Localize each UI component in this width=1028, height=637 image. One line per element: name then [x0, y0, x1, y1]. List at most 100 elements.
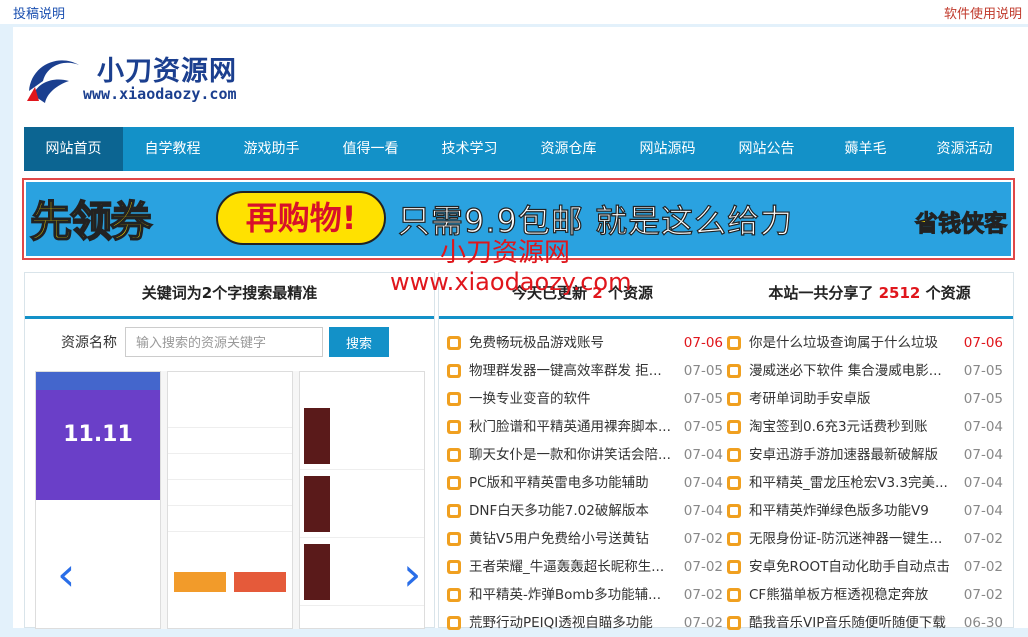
resource-date: 07-04 — [963, 419, 1003, 435]
top-bar: 投稿说明 软件使用说明 — [0, 0, 1028, 24]
screenshot-carousel[interactable]: 11.11 ‹ › — [35, 371, 425, 629]
resource-item[interactable]: 安卓迅游手游加速器最新破解版 07-04 — [727, 441, 1003, 469]
resource-item[interactable]: 免费畅玩极品游戏账号 07-06 — [447, 329, 723, 357]
resource-date: 07-04 — [963, 447, 1003, 463]
resource-title[interactable]: 一换专业变音的软件 — [469, 385, 677, 413]
carousel-shot-1: 11.11 — [35, 371, 161, 629]
resource-title[interactable]: 物理群发器一键高效率群发 拒... — [469, 357, 677, 385]
new-badge-icon — [727, 336, 741, 350]
resource-date: 07-02 — [963, 587, 1003, 603]
new-badge-icon — [447, 588, 461, 602]
resource-title[interactable]: 黄钻V5用户免费给小号送黄钻 — [469, 525, 677, 553]
new-badge-icon — [727, 504, 741, 518]
new-badge-icon — [447, 392, 461, 406]
new-badge-icon — [727, 588, 741, 602]
resource-date: 07-04 — [963, 475, 1003, 491]
resource-title[interactable]: 无限身份证-防沉迷神器一键生... — [749, 525, 957, 553]
resource-title[interactable]: 和平精英炸弹绿色版多功能V9 — [749, 497, 957, 525]
new-badge-icon — [447, 532, 461, 546]
nav-item-3[interactable]: 值得一看 — [321, 127, 420, 171]
resource-date: 07-04 — [683, 475, 723, 491]
resource-list-right: 你是什么垃圾查询属于什么垃圾 07-06 漫威迷必下软件 集合漫威电影... 07-0… — [727, 329, 1003, 637]
today-update-stat: 今天已更新 2 个资源 — [512, 284, 653, 302]
resource-title[interactable]: 聊天女仆是一款和你讲笑话会陪... — [469, 441, 677, 469]
resource-item[interactable]: 王者荣耀_牛逼轰轰超长昵称生... 07-02 — [447, 553, 723, 581]
resource-item[interactable]: 淘宝签到0.6充3元话费秒到账 07-04 — [727, 413, 1003, 441]
resource-item[interactable]: 漫威迷必下软件 集合漫威电影... 07-05 — [727, 357, 1003, 385]
resource-item[interactable]: 和平精英炸弹绿色版多功能V9 07-04 — [727, 497, 1003, 525]
resource-title[interactable]: PC版和平精英雷电多功能辅助 — [469, 469, 677, 497]
resource-item[interactable]: 秋门脸谱和平精英通用裸奔脚本... 07-05 — [447, 413, 723, 441]
resource-title[interactable]: 王者荣耀_牛逼轰轰超长昵称生... — [469, 553, 677, 581]
banner-text-2: 再购物! — [216, 191, 386, 245]
carousel-next-icon[interactable]: › — [403, 551, 421, 597]
resource-title[interactable]: 荒野行动PEIQI透视自瞄多功能 — [469, 609, 677, 637]
resource-date: 07-04 — [683, 447, 723, 463]
nav-item-5[interactable]: 资源仓库 — [519, 127, 618, 171]
resource-title[interactable]: 漫威迷必下软件 集合漫威电影... — [749, 357, 957, 385]
site-logo[interactable]: 小刀资源网 www.xiaodaozy.com — [25, 49, 275, 109]
resource-item[interactable]: CF熊猫单板方框透视稳定奔放 07-02 — [727, 581, 1003, 609]
promo-image: 11.11 — [36, 390, 160, 500]
search-input[interactable] — [125, 327, 323, 357]
resource-item[interactable]: 考研单词助手安卓版 07-05 — [727, 385, 1003, 413]
resource-date: 07-04 — [683, 503, 723, 519]
main-nav: 网站首页 自学教程 游戏助手 值得一看 技术学习 资源仓库 网站源码 网站公告 薅羊毛 资源活动 — [24, 127, 1014, 171]
resource-item[interactable]: DNF白天多功能7.02破解版本 07-04 — [447, 497, 723, 525]
submit-guide-link[interactable]: 投稿说明 — [13, 3, 65, 22]
resource-title[interactable]: 和平精英-炸弹Bomb多功能辅... — [469, 581, 677, 609]
resource-title[interactable]: DNF白天多功能7.02破解版本 — [469, 497, 677, 525]
promo-banner[interactable]: 先领券 再购物! 只需9.9包邮 就是这么给力 省钱侠客 — [22, 178, 1015, 260]
new-badge-icon — [727, 476, 741, 490]
resource-date: 07-04 — [963, 503, 1003, 519]
nav-item-0[interactable]: 网站首页 — [24, 127, 123, 171]
resource-item[interactable]: PC版和平精英雷电多功能辅助 07-04 — [447, 469, 723, 497]
search-button[interactable]: 搜索 — [329, 327, 389, 357]
resource-item[interactable]: 和平精英_雷龙压枪宏V3.3完美... 07-04 — [727, 469, 1003, 497]
nav-item-6[interactable]: 网站源码 — [618, 127, 717, 171]
resource-date: 07-05 — [683, 363, 723, 379]
new-badge-icon — [447, 504, 461, 518]
software-guide-link[interactable]: 软件使用说明 — [944, 3, 1022, 22]
new-badge-icon — [727, 532, 741, 546]
resource-item[interactable]: 酷我音乐VIP音乐随便听随便下载 06-30 — [727, 609, 1003, 637]
resource-date: 07-05 — [683, 419, 723, 435]
resource-title[interactable]: 酷我音乐VIP音乐随便听随便下载 — [749, 609, 957, 637]
resource-title[interactable]: 安卓免ROOT自动化助手自动点击 — [749, 553, 957, 581]
search-panel-title: 关键词为2个字搜索最精准 — [25, 273, 434, 319]
carousel-prev-icon[interactable]: ‹ — [57, 551, 75, 597]
resource-item[interactable]: 物理群发器一键高效率群发 拒... 07-05 — [447, 357, 723, 385]
nav-item-9[interactable]: 资源活动 — [915, 127, 1014, 171]
resource-item[interactable]: 黄钻V5用户免费给小号送黄钻 07-02 — [447, 525, 723, 553]
resource-item[interactable]: 安卓免ROOT自动化助手自动点击 07-02 — [727, 553, 1003, 581]
resource-date: 07-02 — [683, 615, 723, 631]
resource-title[interactable]: 和平精英_雷龙压枪宏V3.3完美... — [749, 469, 957, 497]
nav-item-4[interactable]: 技术学习 — [420, 127, 519, 171]
carousel-shot-2 — [167, 371, 293, 629]
resource-item[interactable]: 一换专业变音的软件 07-05 — [447, 385, 723, 413]
resource-title[interactable]: CF熊猫单板方框透视稳定奔放 — [749, 581, 957, 609]
resource-item[interactable]: 无限身份证-防沉迷神器一键生... 07-02 — [727, 525, 1003, 553]
resource-title[interactable]: 淘宝签到0.6充3元话费秒到账 — [749, 413, 957, 441]
nav-item-2[interactable]: 游戏助手 — [222, 127, 321, 171]
page-container: 小刀资源网 www.xiaodaozy.com 网站首页 自学教程 游戏助手 值得一看… — [13, 27, 1028, 631]
resource-title[interactable]: 考研单词助手安卓版 — [749, 385, 957, 413]
resource-title[interactable]: 安卓迅游手游加速器最新破解版 — [749, 441, 957, 469]
search-label: 资源名称 — [61, 335, 117, 351]
new-badge-icon — [727, 364, 741, 378]
nav-item-7[interactable]: 网站公告 — [717, 127, 816, 171]
logo-swirl-icon — [27, 60, 79, 103]
resource-item[interactable]: 和平精英-炸弹Bomb多功能辅... 07-02 — [447, 581, 723, 609]
resource-item[interactable]: 聊天女仆是一款和你讲笑话会陪... 07-04 — [447, 441, 723, 469]
resource-title[interactable]: 你是什么垃圾查询属于什么垃圾 — [749, 329, 957, 357]
resource-item[interactable]: 荒野行动PEIQI透视自瞄多功能 07-02 — [447, 609, 723, 637]
resource-item[interactable]: 你是什么垃圾查询属于什么垃圾 07-06 — [727, 329, 1003, 357]
resource-date: 07-06 — [683, 335, 723, 351]
nav-item-8[interactable]: 薅羊毛 — [816, 127, 915, 171]
total-share-stat: 本站一共分享了 2512 个资源 — [768, 284, 971, 302]
resource-title[interactable]: 免费畅玩极品游戏账号 — [469, 329, 677, 357]
nav-item-1[interactable]: 自学教程 — [123, 127, 222, 171]
resource-date: 07-02 — [683, 587, 723, 603]
new-badge-icon — [727, 560, 741, 574]
resource-title[interactable]: 秋门脸谱和平精英通用裸奔脚本... — [469, 413, 677, 441]
